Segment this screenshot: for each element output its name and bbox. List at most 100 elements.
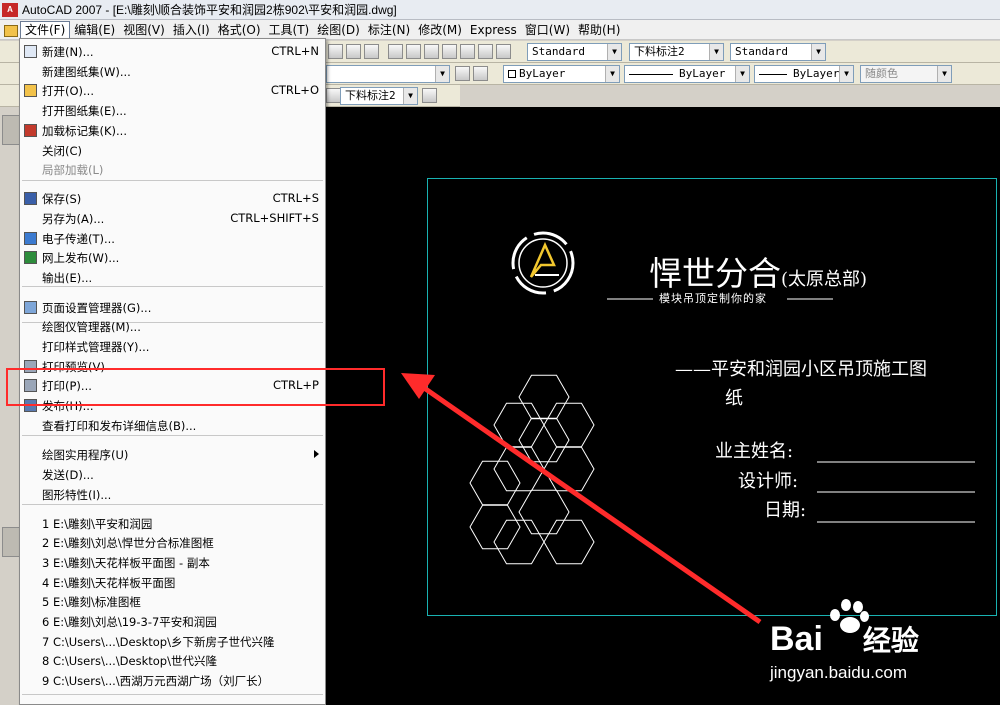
title-bar: A AutoCAD 2007 - [E:\雕刻\顺合装饰平安和润园2栋902\平… xyxy=(0,0,1000,20)
file-menu-item[interactable]: 加载标记集(K)... xyxy=(20,121,325,141)
chevron-down-icon[interactable]: ▼ xyxy=(435,66,449,82)
owner-label: 业主姓名: xyxy=(715,441,794,462)
drawing-canvas[interactable]: 悍世分合(太原总部) 模块吊顶定制你的家 ——平安和润园小区吊顶施工图 纸 业主… xyxy=(325,107,1000,705)
palette-tab[interactable] xyxy=(2,115,20,145)
linetype-sample xyxy=(629,73,673,75)
document-icon[interactable] xyxy=(2,22,20,38)
menu-9[interactable]: Express xyxy=(466,21,521,39)
menu-3[interactable]: 插入(I) xyxy=(169,21,214,39)
menu-0[interactable]: 文件(F) xyxy=(20,20,71,39)
file-menu-item-label: 网上发布(W)... xyxy=(42,251,120,265)
menu-7[interactable]: 标注(N) xyxy=(364,21,414,39)
file-menu-item[interactable]: 打开(O)... CTRL+O xyxy=(20,81,325,101)
properties-icon[interactable] xyxy=(388,44,403,59)
file-menu-item[interactable]: 图形特性(I)... xyxy=(20,485,325,505)
dim-edit-icon[interactable] xyxy=(326,88,341,103)
file-menu-item[interactable]: 另存为(A)... CTRL+SHIFT+S xyxy=(20,209,325,229)
file-menu-item[interactable]: 6 E:\雕刻\刘总\19-3-7平安和润园 xyxy=(20,612,325,632)
file-menu-item[interactable]: 7 C:\Users\...\Desktop\乡下新房子世代兴隆 xyxy=(20,632,325,652)
hexagon-shape xyxy=(518,374,570,420)
chevron-down-icon[interactable]: ▼ xyxy=(607,44,621,60)
plot-style-select[interactable]: 随颜色 ▼ xyxy=(860,65,952,83)
zoom-realtime-icon[interactable] xyxy=(328,44,343,59)
menu-4[interactable]: 格式(O) xyxy=(214,21,265,39)
menu-11[interactable]: 帮助(H) xyxy=(574,21,624,39)
dim-style-select-2[interactable]: 下料标注2 ▼ xyxy=(340,87,418,105)
file-menu-item: 局部加载(L) xyxy=(20,160,325,180)
file-menu-item-label: 3 E:\雕刻\天花样板平面图 - 副本 xyxy=(42,556,210,570)
date-label: 日期: xyxy=(764,500,807,521)
chevron-down-icon[interactable]: ▼ xyxy=(605,66,619,82)
layer-previous-icon[interactable] xyxy=(473,66,488,81)
calculator-icon[interactable] xyxy=(478,44,493,59)
sheet-set-icon[interactable] xyxy=(442,44,457,59)
chevron-down-icon[interactable]: ▼ xyxy=(937,66,951,82)
file-menu-item[interactable]: 8 C:\Users\...\Desktop\世代兴隆 xyxy=(20,651,325,671)
file-menu-item[interactable]: 2 E:\雕刻\刘总\悍世分合标准图框 xyxy=(20,533,325,553)
text-style-select[interactable]: Standard ▼ xyxy=(527,43,622,61)
zoom-previous-icon[interactable] xyxy=(364,44,379,59)
chevron-down-icon[interactable]: ▼ xyxy=(709,44,723,60)
file-menu-item[interactable]: 打开图纸集(E)... xyxy=(20,101,325,121)
file-menu-item-label: 电子传递(T)... xyxy=(42,232,115,246)
menu-10[interactable]: 窗口(W) xyxy=(521,21,574,39)
linetype-value: ByLayer xyxy=(679,67,726,80)
file-menu-item[interactable]: 页面设置管理器(G)... xyxy=(20,298,325,318)
menu-5[interactable]: 工具(T) xyxy=(265,21,314,39)
file-menu-item[interactable]: 关闭(C) xyxy=(20,141,325,161)
file-menu-item[interactable]: 绘图实用程序(U) xyxy=(20,445,325,465)
file-menu-item[interactable]: 5 E:\雕刻\标准图框 xyxy=(20,592,325,612)
lineweight-select[interactable]: ByLayer ▼ xyxy=(754,65,854,83)
file-menu-item[interactable]: 查看打印和发布详细信息(B)... xyxy=(20,416,325,436)
company-name: 悍世分合(太原总部) xyxy=(649,247,867,295)
file-menu-item-label: 打印样式管理器(Y)... xyxy=(42,340,150,354)
file-menu-item[interactable]: 电子传递(T)... xyxy=(20,229,325,249)
autocad-app-icon[interactable]: A xyxy=(2,2,18,17)
chevron-down-icon[interactable]: ▼ xyxy=(403,88,417,104)
dim-update-icon[interactable] xyxy=(422,88,437,103)
zoom-window-icon[interactable] xyxy=(346,44,361,59)
menu-8[interactable]: 修改(M) xyxy=(414,21,466,39)
help-icon[interactable] xyxy=(496,44,511,59)
chevron-down-icon[interactable]: ▼ xyxy=(735,66,749,82)
linetype-select[interactable]: ByLayer ▼ xyxy=(624,65,750,83)
file-menu-item[interactable]: 网上发布(W)... xyxy=(20,248,325,268)
color-swatch xyxy=(508,70,516,78)
file-menu-item-label: 局部加载(L) xyxy=(42,163,104,177)
file-menu-item[interactable]: 保存(S) CTRL+S xyxy=(20,189,325,209)
layer-match-icon[interactable] xyxy=(455,66,470,81)
file-menu-item[interactable]: 新建图纸集(W)... xyxy=(20,62,325,82)
menu-2[interactable]: 视图(V) xyxy=(119,21,169,39)
chevron-down-icon[interactable]: ▼ xyxy=(839,66,853,82)
menu-6[interactable]: 绘图(D) xyxy=(313,21,364,39)
color-select[interactable]: ByLayer ▼ xyxy=(503,65,620,83)
chevron-down-icon[interactable]: ▼ xyxy=(811,44,825,60)
file-menu-item[interactable]: 打印样式管理器(Y)... xyxy=(20,337,325,357)
markup-icon xyxy=(24,124,37,137)
file-menu-item[interactable]: 4 E:\雕刻\天花样板平面图 xyxy=(20,573,325,593)
file-menu-item[interactable]: 绘图仪管理器(M)... xyxy=(20,317,325,337)
dim-style-select[interactable]: 下料标注2 ▼ xyxy=(629,43,724,61)
layer-select[interactable]: ▼ xyxy=(326,65,450,83)
menu-1[interactable]: 编辑(E) xyxy=(70,21,119,39)
menu-bar: 文件(F) 编辑(E) 视图(V) 插入(I) 格式(O) 工具(T) 绘图(D) 标注(N)… xyxy=(0,20,1000,40)
file-menu-item[interactable]: 3 E:\雕刻\天花样板平面图 - 副本 xyxy=(20,553,325,573)
file-menu-item[interactable]: 发送(D)... xyxy=(20,465,325,485)
table-style-value: Standard xyxy=(735,45,788,58)
page-setup-icon xyxy=(24,301,37,314)
table-style-select[interactable]: Standard ▼ xyxy=(730,43,826,61)
file-menu-item[interactable]: 1 E:\雕刻\平安和润园 xyxy=(20,514,325,534)
slogan: 模块吊顶定制你的家 xyxy=(659,292,767,305)
watermark-brand: Bai 经验 xyxy=(770,619,919,659)
tool-palettes-icon[interactable] xyxy=(424,44,439,59)
file-menu-item[interactable]: 9 C:\Users\...\西湖万元西湖广场（刘厂长） xyxy=(20,671,325,691)
markup-set-icon[interactable] xyxy=(460,44,475,59)
menu-separator xyxy=(22,180,323,181)
design-center-icon[interactable] xyxy=(406,44,421,59)
palette-tab[interactable] xyxy=(2,527,20,557)
file-menu-item[interactable]: 输出(E)... xyxy=(20,268,325,288)
watermark-suffix: 经验 xyxy=(862,625,919,656)
menu-separator xyxy=(22,694,323,695)
file-menu-item-label: 打开(O)... xyxy=(42,84,94,98)
file-menu-item[interactable]: 新建(N)... CTRL+N xyxy=(20,42,325,62)
